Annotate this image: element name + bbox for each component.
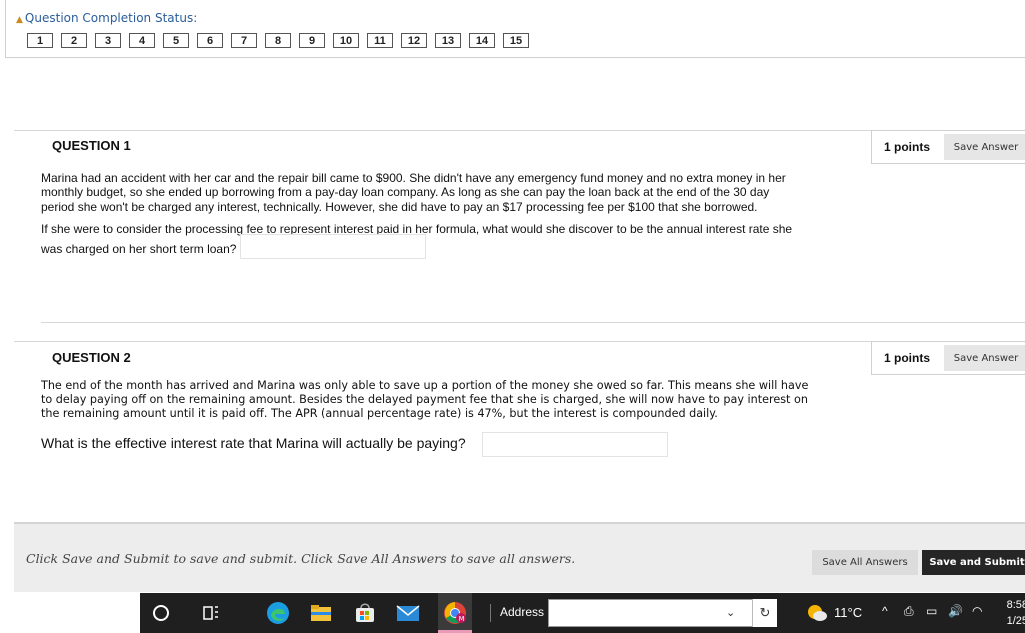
divider <box>490 604 491 622</box>
question-number-8[interactable]: 8 <box>265 33 291 48</box>
weather-temperature: 11°C <box>834 605 863 620</box>
chevron-up-icon[interactable]: ^ <box>882 604 888 618</box>
question-number-13[interactable]: 13 <box>435 33 461 48</box>
question-number-7[interactable]: 7 <box>231 33 257 48</box>
address-label: Address <box>500 605 545 619</box>
chrome-icon[interactable]: M <box>438 593 472 633</box>
store-icon[interactable] <box>352 601 378 625</box>
wifi-icon[interactable]: ◠ <box>972 604 982 618</box>
edge-icon[interactable] <box>265 601 291 625</box>
completion-status-toggle[interactable]: ▲ Question Completion Status: <box>16 11 197 25</box>
chevron-up-icon: ▲ <box>16 15 23 25</box>
footer-instructions: Click Save and Submit to save and submit… <box>26 551 576 566</box>
save-all-answers-button[interactable]: Save All Answers <box>812 550 918 575</box>
question-number-4[interactable]: 4 <box>129 33 155 48</box>
battery-icon[interactable]: ▭ <box>926 604 937 618</box>
divider <box>41 322 1025 323</box>
question-1-save-answer-button[interactable]: Save Answer <box>944 134 1025 160</box>
question-number-14[interactable]: 14 <box>469 33 495 48</box>
file-explorer-icon[interactable] <box>308 601 334 625</box>
submit-footer: Click Save and Submit to save and submit… <box>14 522 1025 592</box>
question-2-save-answer-button[interactable]: Save Answer <box>944 345 1025 371</box>
task-view-icon[interactable] <box>198 601 224 625</box>
question-number-11[interactable]: 11 <box>367 33 393 48</box>
question-2-heading: QUESTION 2 <box>52 350 131 365</box>
question-number-list: 1 2 3 4 5 6 7 8 9 10 11 12 13 14 15 <box>27 33 537 48</box>
clock-date: 1/25 <box>1006 615 1025 627</box>
question-number-6[interactable]: 6 <box>197 33 223 48</box>
question-number-9[interactable]: 9 <box>299 33 325 48</box>
chevron-down-icon[interactable]: ⌄ <box>726 606 735 619</box>
question-number-12[interactable]: 12 <box>401 33 427 48</box>
question-2-paragraph: The end of the month has arrived and Mar… <box>41 379 809 420</box>
address-input[interactable] <box>548 599 776 627</box>
save-and-submit-button[interactable]: Save and Submit <box>922 550 1025 575</box>
question-completion-status-panel: ▲ Question Completion Status: 1 2 3 4 5 6 7 8 9 10… <box>5 0 1025 58</box>
question-number-15[interactable]: 15 <box>503 33 529 48</box>
question-number-10[interactable]: 10 <box>333 33 359 48</box>
question-1-paragraph: Marina had an accident with her car and … <box>41 171 786 214</box>
question-1-points-box: 1 points Save Answer <box>871 130 1025 164</box>
question-1-points: 1 points <box>884 140 931 154</box>
system-clock[interactable]: 8:58 1/25 <box>998 597 1025 629</box>
question-2-answer-input[interactable] <box>482 432 668 457</box>
meet-now-icon[interactable]: ⎙ <box>904 604 914 619</box>
volume-icon[interactable]: 🔊 <box>948 604 963 618</box>
question-2-prompt: What is the effective interest rate that… <box>41 435 466 451</box>
weather-icon[interactable] <box>804 601 830 625</box>
clock-time: 8:58 <box>1006 599 1025 611</box>
taskbar: M Address ⌄ ↻ 11°C ^ ⎙ ▭ 🔊 ◠ 8:58 1/25 <box>140 593 1025 633</box>
question-1-heading: QUESTION 1 <box>52 138 131 153</box>
search-circle-icon[interactable] <box>148 601 174 625</box>
question-2-points: 1 points <box>884 351 931 365</box>
mail-icon[interactable] <box>395 601 421 625</box>
question-1-answer-input[interactable] <box>240 234 426 259</box>
completion-status-title: Question Completion Status: <box>24 11 198 25</box>
refresh-icon[interactable]: ↻ <box>752 599 777 627</box>
question-number-1[interactable]: 1 <box>27 33 53 48</box>
svg-text:M: M <box>459 615 465 623</box>
question-number-3[interactable]: 3 <box>95 33 121 48</box>
question-2-points-box: 1 points Save Answer <box>871 341 1025 375</box>
question-number-5[interactable]: 5 <box>163 33 189 48</box>
question-number-2[interactable]: 2 <box>61 33 87 48</box>
